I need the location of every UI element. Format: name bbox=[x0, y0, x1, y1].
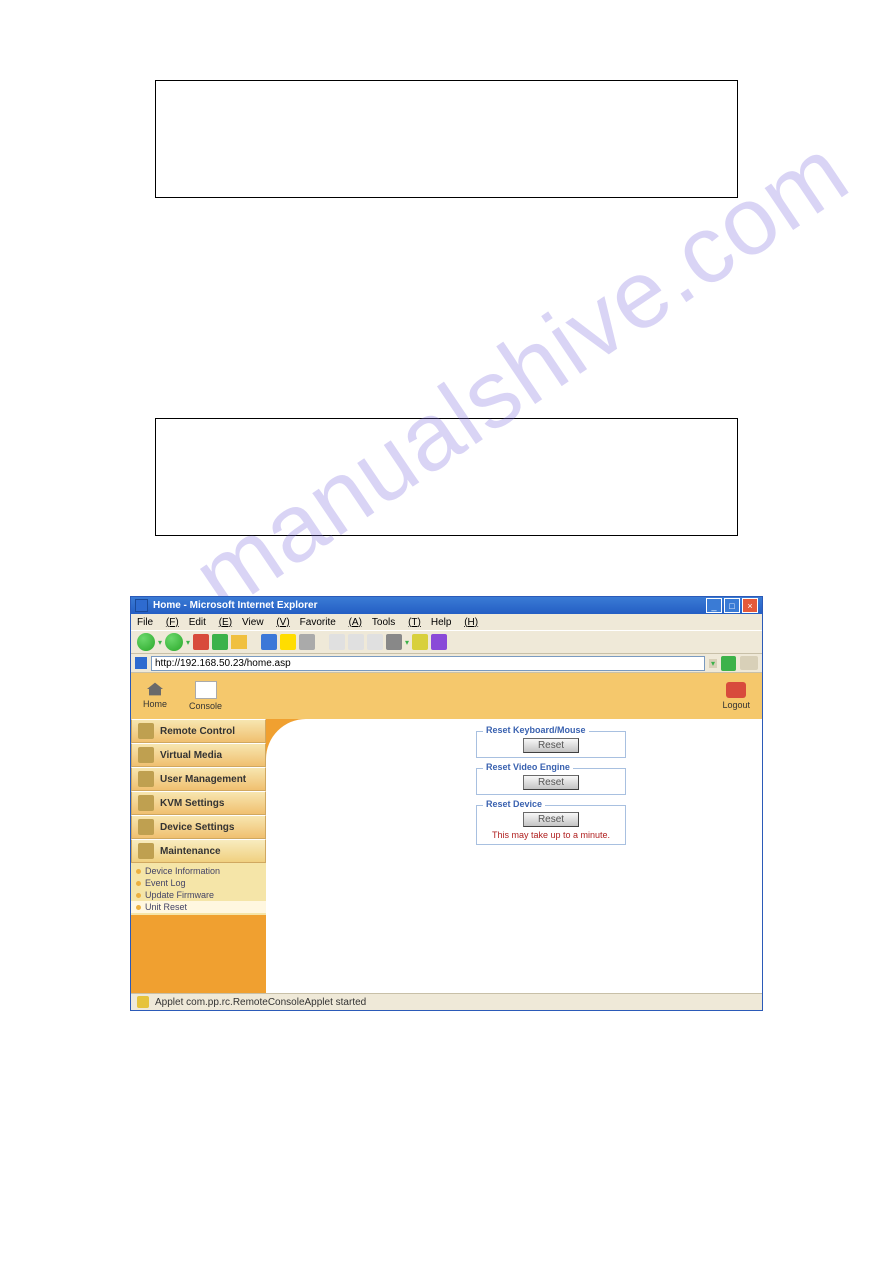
home-button[interactable] bbox=[231, 635, 247, 649]
forward-button[interactable] bbox=[165, 633, 183, 651]
reset-video-button[interactable]: Reset bbox=[523, 775, 579, 790]
print-button[interactable] bbox=[348, 634, 364, 650]
mail-button[interactable] bbox=[329, 634, 345, 650]
titlebar: Home - Microsoft Internet Explorer _ □ × bbox=[131, 597, 762, 614]
toolbar-dropdown-icon[interactable]: ▾ bbox=[405, 638, 409, 647]
browser-screenshot: Home - Microsoft Internet Explorer _ □ ×… bbox=[130, 596, 763, 1011]
favorites-button[interactable] bbox=[280, 634, 296, 650]
close-button[interactable]: × bbox=[742, 598, 758, 613]
devset-icon bbox=[138, 819, 154, 835]
maximize-button[interactable]: □ bbox=[724, 598, 740, 613]
menu-view[interactable]: View (V) bbox=[242, 617, 290, 628]
links-button[interactable] bbox=[740, 656, 758, 670]
address-bar: ▾ bbox=[131, 654, 762, 673]
history-button[interactable] bbox=[299, 634, 315, 650]
note-box-1 bbox=[155, 80, 738, 198]
remote-icon bbox=[138, 723, 154, 739]
minimize-button[interactable]: _ bbox=[706, 598, 722, 613]
toolbar-options-button[interactable] bbox=[386, 634, 402, 650]
reset-video-engine-panel: Reset Video Engine Reset bbox=[476, 768, 626, 795]
page-content: Home Console Logout bbox=[131, 673, 762, 993]
top-logout-label: Logout bbox=[722, 700, 750, 710]
status-icon bbox=[137, 996, 149, 1008]
go-button[interactable] bbox=[721, 656, 736, 671]
console-icon bbox=[195, 681, 217, 699]
nav-submenu: Device Information Event Log Update Firm… bbox=[131, 863, 266, 915]
nav-device-settings[interactable]: Device Settings bbox=[131, 815, 266, 839]
logout-icon bbox=[726, 682, 746, 698]
messenger-icon[interactable] bbox=[412, 634, 428, 650]
nav-remote-control[interactable]: Remote Control bbox=[131, 719, 266, 743]
menu-file[interactable]: File (F) bbox=[137, 617, 179, 628]
note-box-2 bbox=[155, 418, 738, 536]
page-top-bar: Home Console Logout bbox=[131, 673, 762, 719]
menubar: File (F) Edit (E) View (V) Favorite (A) … bbox=[131, 614, 762, 630]
maint-icon bbox=[138, 843, 154, 859]
page-icon bbox=[135, 657, 147, 669]
reset-keyboard-mouse-panel: Reset Keyboard/Mouse Reset bbox=[476, 731, 626, 758]
toolbar: ▾ ▾ ▾ bbox=[131, 630, 762, 654]
status-text: Applet com.pp.rc.RemoteConsoleApplet sta… bbox=[155, 997, 366, 1008]
kvm-icon bbox=[138, 795, 154, 811]
forward-dropdown-icon[interactable]: ▾ bbox=[186, 638, 190, 647]
top-home-button[interactable]: Home bbox=[143, 681, 167, 711]
window-title: Home - Microsoft Internet Explorer bbox=[153, 600, 701, 611]
ie-icon bbox=[135, 599, 148, 612]
reset-device-panel: Reset Device Reset This may take up to a… bbox=[476, 805, 626, 845]
reset-device-legend: Reset Device bbox=[483, 799, 545, 809]
address-input[interactable] bbox=[151, 656, 705, 671]
back-dropdown-icon[interactable]: ▾ bbox=[158, 638, 162, 647]
search-button[interactable] bbox=[261, 634, 277, 650]
sub-event-log[interactable]: Event Log bbox=[131, 877, 266, 889]
sidebar: Remote Control Virtual Media User Manage… bbox=[131, 719, 266, 915]
reset-device-warning: This may take up to a minute. bbox=[481, 830, 621, 840]
menu-favorites[interactable]: Favorite (A) bbox=[300, 617, 362, 628]
back-button[interactable] bbox=[137, 633, 155, 651]
menu-edit[interactable]: Edit (E) bbox=[189, 617, 232, 628]
user-icon bbox=[138, 771, 154, 787]
menu-help[interactable]: Help (H) bbox=[431, 617, 478, 628]
edit-button[interactable] bbox=[367, 634, 383, 650]
status-bar: Applet com.pp.rc.RemoteConsoleApplet sta… bbox=[131, 993, 762, 1010]
reset-device-button[interactable]: Reset bbox=[523, 812, 579, 827]
reset-video-legend: Reset Video Engine bbox=[483, 762, 573, 772]
reset-kbm-legend: Reset Keyboard/Mouse bbox=[483, 725, 589, 735]
ie-window: Home - Microsoft Internet Explorer _ □ ×… bbox=[130, 596, 763, 1011]
sub-update-firmware[interactable]: Update Firmware bbox=[131, 889, 266, 901]
nav-maintenance[interactable]: Maintenance bbox=[131, 839, 266, 863]
refresh-button[interactable] bbox=[212, 634, 228, 650]
extra-tool-icon[interactable] bbox=[431, 634, 447, 650]
menu-tools[interactable]: Tools (T) bbox=[372, 617, 421, 628]
address-dropdown-icon[interactable]: ▾ bbox=[709, 659, 717, 668]
nav-user-management[interactable]: User Management bbox=[131, 767, 266, 791]
top-logout-button[interactable]: Logout bbox=[722, 682, 750, 710]
vmedia-icon bbox=[138, 747, 154, 763]
top-home-label: Home bbox=[143, 699, 167, 709]
home-icon bbox=[145, 681, 165, 697]
reset-kbm-button[interactable]: Reset bbox=[523, 738, 579, 753]
nav-kvm-settings[interactable]: KVM Settings bbox=[131, 791, 266, 815]
sub-device-information[interactable]: Device Information bbox=[131, 865, 266, 877]
nav-virtual-media[interactable]: Virtual Media bbox=[131, 743, 266, 767]
stop-button[interactable] bbox=[193, 634, 209, 650]
main-panel: Reset Keyboard/Mouse Reset Reset Video E… bbox=[266, 719, 762, 993]
top-console-button[interactable]: Console bbox=[189, 681, 222, 711]
top-console-label: Console bbox=[189, 701, 222, 711]
sub-unit-reset[interactable]: Unit Reset bbox=[131, 901, 266, 913]
